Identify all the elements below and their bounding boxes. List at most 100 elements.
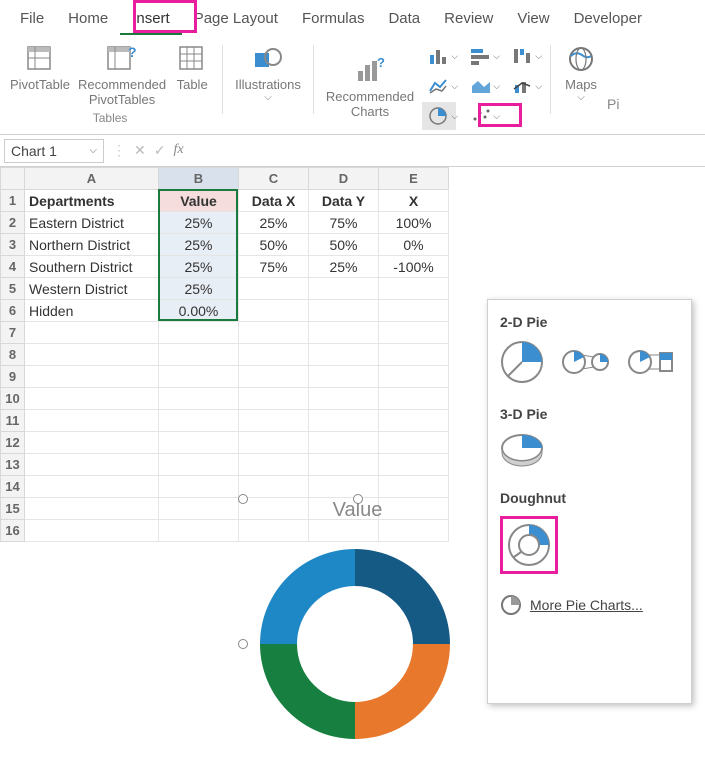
cell[interactable] [379,388,449,410]
cell[interactable] [159,344,239,366]
tab-review[interactable]: Review [432,4,505,35]
select-all-corner[interactable] [1,168,25,190]
row-header[interactable]: 7 [1,322,25,344]
chart-resize-handle[interactable] [238,494,248,504]
cell[interactable] [159,432,239,454]
row-header[interactable]: 15 [1,498,25,520]
pie-2d-option[interactable] [500,340,544,384]
row-header[interactable]: 6 [1,300,25,322]
cell[interactable] [239,300,309,322]
cell[interactable]: Northern District [25,234,159,256]
cell[interactable] [25,410,159,432]
row-header[interactable]: 3 [1,234,25,256]
row-header[interactable]: 10 [1,388,25,410]
tab-formulas[interactable]: Formulas [290,4,377,35]
cell[interactable]: 0% [379,234,449,256]
column-chart-button[interactable]: ⌵ [422,42,456,70]
cell[interactable] [379,454,449,476]
col-header-A[interactable]: A [25,168,159,190]
cell[interactable] [25,322,159,344]
row-header[interactable]: 4 [1,256,25,278]
cell[interactable]: 100% [379,212,449,234]
cell[interactable] [239,366,309,388]
cell[interactable]: Data Y [309,190,379,212]
col-header-D[interactable]: D [309,168,379,190]
bar-of-pie-option[interactable] [628,345,676,379]
cell[interactable]: Eastern District [25,212,159,234]
cell[interactable]: 25% [159,278,239,300]
cell[interactable] [309,410,379,432]
cell[interactable]: 25% [159,256,239,278]
cell[interactable] [309,322,379,344]
cell[interactable] [159,366,239,388]
cell[interactable]: 75% [309,212,379,234]
tab-data[interactable]: Data [376,4,432,35]
combo-chart-button[interactable]: ⌵ [506,72,540,100]
cell[interactable] [239,388,309,410]
cell[interactable] [239,344,309,366]
cell[interactable]: 25% [159,234,239,256]
cell[interactable] [239,410,309,432]
cell[interactable] [379,344,449,366]
cell[interactable] [309,344,379,366]
cell[interactable]: Hidden [25,300,159,322]
rec-pivottables-button[interactable]: ? Recommended PivotTables [76,39,168,109]
cell[interactable] [309,366,379,388]
embedded-chart[interactable]: Value [245,499,470,784]
cell[interactable] [159,476,239,498]
cell[interactable] [25,388,159,410]
cell[interactable] [239,454,309,476]
cell[interactable] [309,278,379,300]
area-chart-button[interactable]: ⌵ [464,72,498,100]
cell[interactable]: Western District [25,278,159,300]
row-header[interactable]: 9 [1,366,25,388]
row-header[interactable]: 14 [1,476,25,498]
pivottable-button[interactable]: PivotTable [8,39,72,94]
cell[interactable]: X [379,190,449,212]
cell[interactable] [25,454,159,476]
bar-chart-button[interactable]: ⌵ [464,42,498,70]
cell[interactable] [25,366,159,388]
cell[interactable]: Value [159,190,239,212]
cell[interactable]: Departments [25,190,159,212]
row-header[interactable]: 13 [1,454,25,476]
cell[interactable] [379,278,449,300]
col-header-B[interactable]: B [159,168,239,190]
illustrations-button[interactable]: Illustrations ⌵ [233,39,303,105]
table-button[interactable]: Table [172,39,212,94]
pie-chart-button[interactable]: ⌵ [422,102,456,130]
cell[interactable] [309,454,379,476]
cell[interactable] [309,388,379,410]
cell[interactable]: 25% [159,212,239,234]
line-chart-button[interactable]: ⌵ [422,72,456,100]
cell[interactable] [309,476,379,498]
tab-file[interactable]: File [8,4,56,35]
cell[interactable] [379,476,449,498]
cell[interactable] [379,410,449,432]
cell[interactable] [159,454,239,476]
cell[interactable]: Data X [239,190,309,212]
row-header[interactable]: 2 [1,212,25,234]
cell[interactable]: 25% [309,256,379,278]
enter-icon[interactable]: ✓ [154,142,166,159]
row-header[interactable]: 5 [1,278,25,300]
cell[interactable] [25,344,159,366]
cell[interactable] [239,278,309,300]
col-header-C[interactable]: C [239,168,309,190]
worksheet[interactable]: ABCDE 1DepartmentsValueData XData YX2Eas… [0,167,705,542]
cell[interactable] [379,322,449,344]
tab-insert[interactable]: Insert [120,4,182,35]
cell[interactable] [25,432,159,454]
cell[interactable] [159,388,239,410]
scatter-chart-button[interactable]: ⌵ [464,102,498,130]
row-header[interactable]: 16 [1,520,25,542]
name-box[interactable]: Chart 1 ⌵ [4,139,104,163]
cell[interactable] [25,476,159,498]
cell[interactable] [159,520,239,542]
cell[interactable]: 50% [309,234,379,256]
waterfall-chart-button[interactable]: ⌵ [506,42,540,70]
fx-button[interactable]: fx [173,142,183,159]
pie-of-pie-option[interactable] [562,345,610,379]
pie-3d-option[interactable] [500,432,544,468]
chart-resize-handle[interactable] [353,494,363,504]
